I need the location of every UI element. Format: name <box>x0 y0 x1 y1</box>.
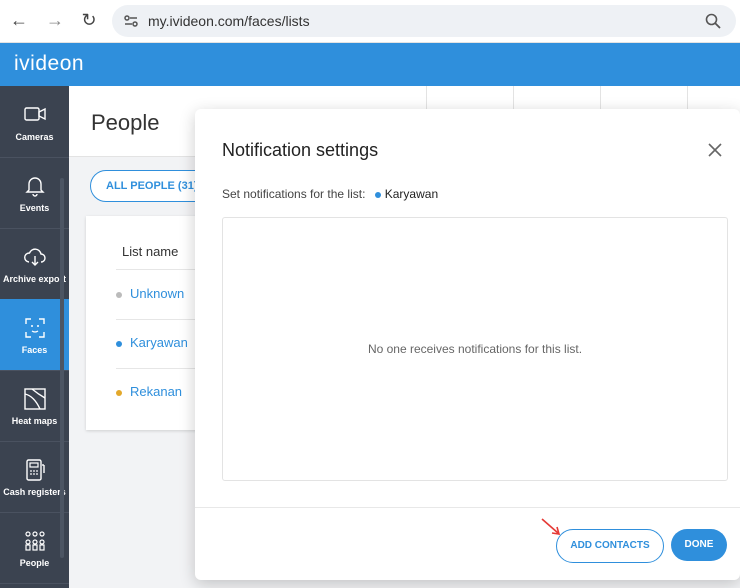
cash-register-icon <box>25 458 45 481</box>
face-icon <box>24 317 45 338</box>
done-button[interactable]: DONE <box>671 529 727 561</box>
page-title: People <box>91 110 160 135</box>
sidebar-item-cameras[interactable]: Cameras <box>0 86 69 158</box>
search-icon[interactable] <box>704 12 722 30</box>
url-text: my.ivideon.com/faces/lists <box>148 13 310 29</box>
sidebar-item-heat-maps[interactable]: Heat maps <box>0 370 69 442</box>
list-item-unknown[interactable]: Unknown <box>116 286 184 301</box>
address-bar[interactable]: my.ivideon.com/faces/lists <box>112 5 736 37</box>
sidebar-item-label: Events <box>19 202 50 213</box>
list-item-rekanan[interactable]: Rekanan <box>116 384 182 399</box>
sidebar-item-label: Heat maps <box>11 415 58 426</box>
list-item-label: Karyawan <box>130 335 188 350</box>
selected-list-name: Karyawan <box>384 187 439 201</box>
cloud-download-icon <box>23 247 46 266</box>
empty-state-message: No one receives notifications for this l… <box>367 342 583 356</box>
sidebar-scrollbar[interactable] <box>60 178 64 558</box>
reload-button[interactable]: ↻ <box>78 9 100 31</box>
list-item-label: Unknown <box>130 286 185 301</box>
list-item-karyawan[interactable]: Karyawan <box>116 335 188 350</box>
list-color-dot <box>374 191 381 198</box>
forward-button[interactable]: → <box>44 9 66 31</box>
dialog-title: Notification settings <box>222 140 379 160</box>
sidebar-item-label: Cash registers <box>3 486 66 497</box>
footer-divider <box>195 507 740 508</box>
annotation-arrow-icon <box>541 518 561 535</box>
list-color-dot <box>116 389 122 396</box>
list-color-dot <box>116 340 122 347</box>
add-contacts-button[interactable]: ADD CONTACTS <box>556 529 664 563</box>
dialog-subtitle: Set notifications for the list: Karyawan <box>222 187 438 201</box>
heatmap-icon <box>23 387 46 410</box>
back-button[interactable]: ← <box>8 9 30 31</box>
contacts-list-area: No one receives notifications for this l… <box>222 217 728 481</box>
sidebar-item-label: Cameras <box>15 131 54 142</box>
sidebar-item-archive-export[interactable]: Archive export <box>0 228 69 300</box>
sidebar-item-cash-registers[interactable]: Cash registers <box>0 441 69 513</box>
sidebar-item-people[interactable]: People <box>0 512 69 584</box>
notification-settings-dialog: Notification settings Set notifications … <box>195 109 740 580</box>
subtitle-text: Set notifications for the list: <box>222 187 366 201</box>
camera-icon <box>23 106 46 121</box>
list-item-label: Rekanan <box>130 384 183 399</box>
site-settings-icon[interactable] <box>122 12 140 30</box>
bell-icon <box>24 176 45 197</box>
list-color-dot <box>116 291 122 298</box>
sidebar-item-label: Faces <box>21 344 48 355</box>
sidebar-item-label: People <box>19 557 50 568</box>
sidebar: Cameras Events Archive export Faces Heat… <box>0 86 69 588</box>
close-icon[interactable] <box>706 141 724 159</box>
sidebar-item-events[interactable]: Events <box>0 157 69 229</box>
app-header: ivideon <box>0 43 740 86</box>
browser-toolbar: ← → ↻ my.ivideon.com/faces/lists <box>0 0 740 43</box>
list-name-header: List name <box>122 244 179 259</box>
brand-logo[interactable]: ivideon <box>14 52 84 76</box>
sidebar-item-faces[interactable]: Faces <box>0 299 69 371</box>
people-icon <box>24 530 45 551</box>
sidebar-item-label: Archive export <box>2 273 67 284</box>
